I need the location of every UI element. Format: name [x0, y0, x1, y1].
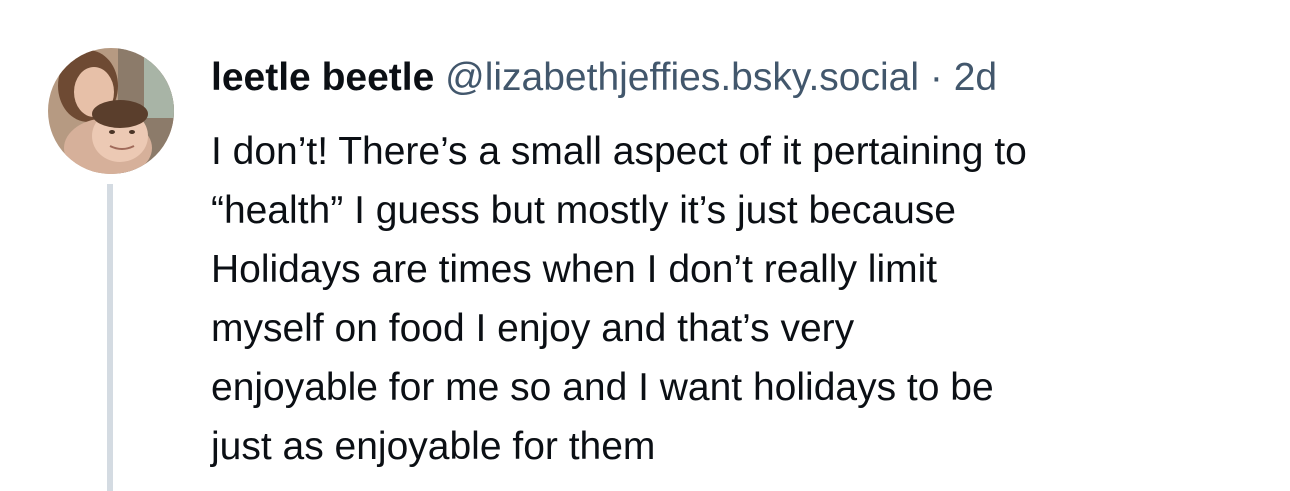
- post-text: I don’t! There’s a small aspect of it pe…: [211, 130, 1027, 468]
- post-header: leetle beetle @lizabethjeffies.bsky.soci…: [211, 54, 997, 102]
- author-display-name[interactable]: leetle beetle: [211, 56, 434, 99]
- meta-separator: ·: [929, 56, 943, 99]
- thread-line: [107, 184, 113, 491]
- avatar[interactable]: [48, 48, 174, 174]
- post-item[interactable]: leetle beetle @lizabethjeffies.bsky.soci…: [0, 0, 1290, 491]
- avatar-photo: [48, 48, 174, 174]
- author-handle[interactable]: @lizabethjeffies.bsky.social: [445, 56, 919, 99]
- post-timestamp[interactable]: 2d: [954, 56, 997, 99]
